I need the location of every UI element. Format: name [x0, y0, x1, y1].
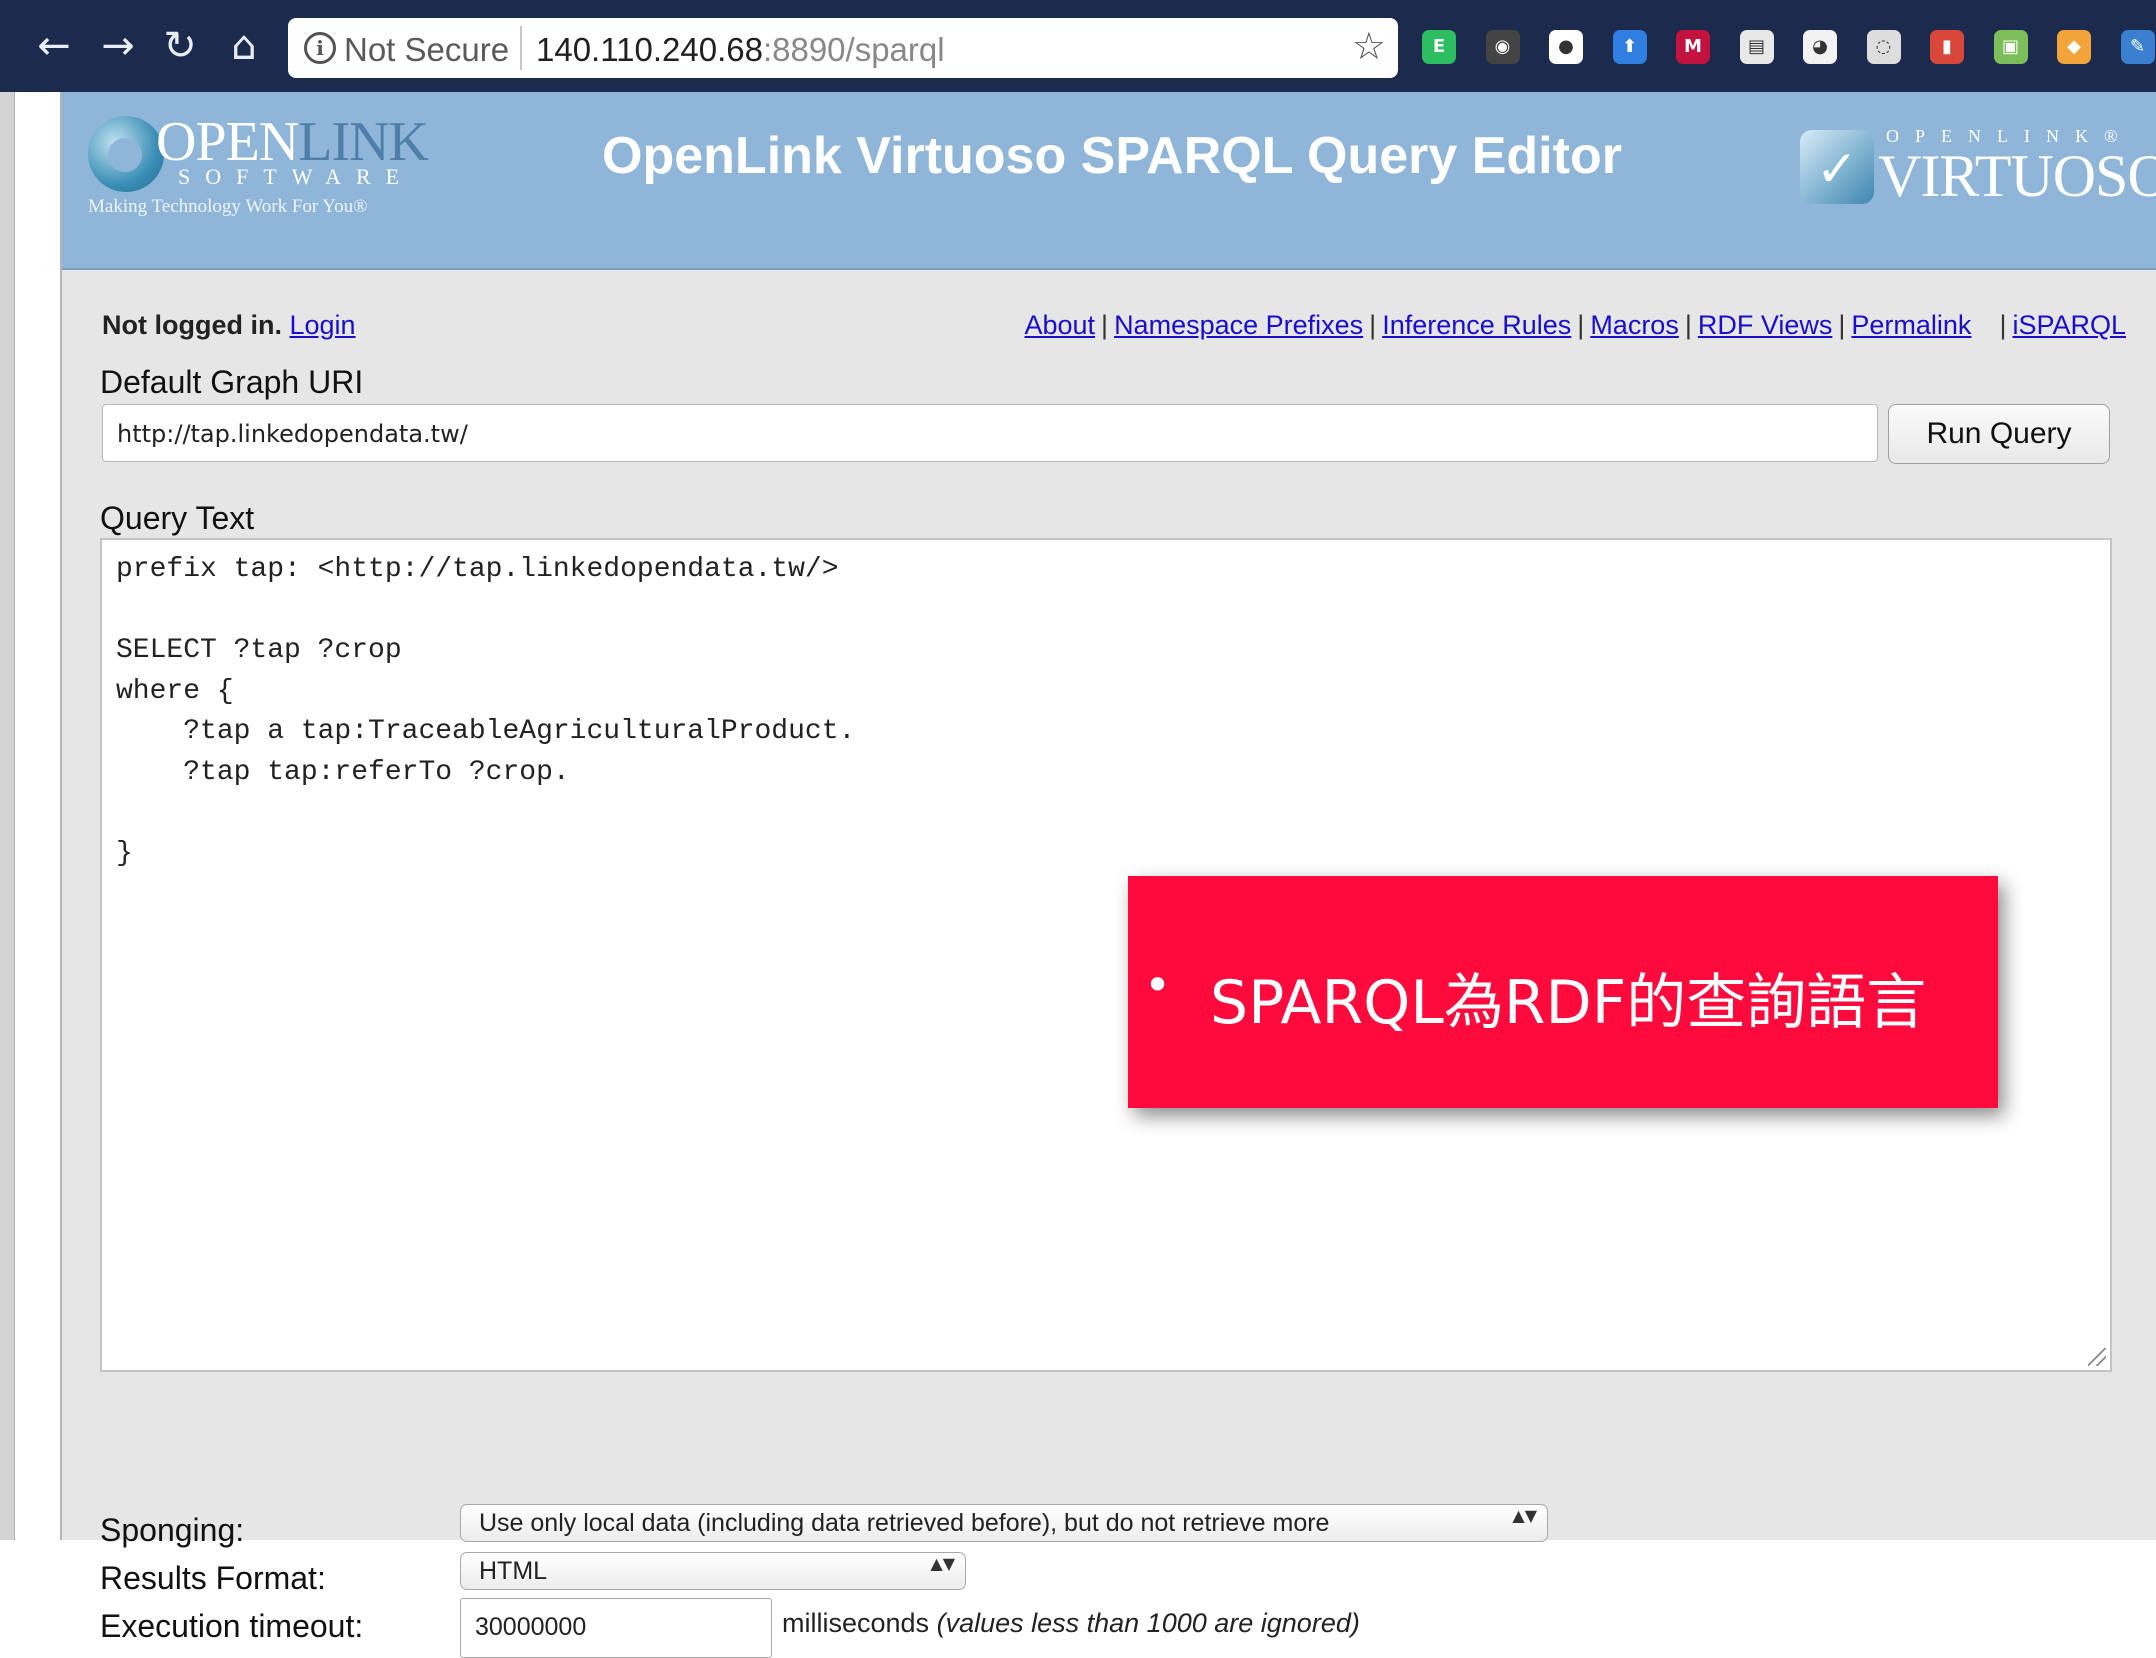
results-format-label: Results Format:: [100, 1560, 326, 1596]
permalink-link[interactable]: Permalink: [1851, 310, 1971, 340]
link-separator: |: [1684, 310, 1692, 340]
address-bar[interactable]: i Not Secure 140.110.240.68:8890/sparql …: [288, 18, 1398, 78]
reload-icon[interactable]: ↻: [154, 20, 206, 72]
login-status: Not logged in. Login: [102, 310, 356, 341]
link-separator: |: [1577, 310, 1585, 340]
back-icon[interactable]: ←: [28, 20, 80, 72]
evernote-icon[interactable]: E: [1422, 30, 1456, 64]
resize-handle[interactable]: [2088, 1348, 2106, 1366]
document-icon[interactable]: ▤: [1739, 30, 1774, 64]
mendeley-icon[interactable]: M: [1676, 30, 1710, 64]
sponging-select[interactable]: Use only local data (including data retr…: [460, 1504, 1548, 1542]
forward-icon[interactable]: →: [92, 20, 144, 72]
info-icon[interactable]: i: [304, 32, 336, 64]
openlink-logo: OPENLINK SOFTWARE Making Technology Work…: [88, 110, 429, 240]
page-header: OPENLINK SOFTWARE Making Technology Work…: [62, 92, 2156, 270]
browser-toolbar: ← → ↻ ⌂ i Not Secure 140.110.240.68:8890…: [0, 0, 2156, 92]
bookmark-star-icon[interactable]: ☆: [1352, 24, 1386, 68]
link-separator: |: [1101, 310, 1109, 340]
results-format-select[interactable]: HTML ▲▼: [460, 1552, 966, 1590]
default-graph-label: Default Graph URI: [100, 364, 364, 400]
virtuoso-badge: ✓: [1800, 130, 1874, 204]
namespace-prefixes-link[interactable]: Namespace Prefixes: [1114, 310, 1363, 340]
sponging-value: Use only local data (including data retr…: [479, 1509, 1330, 1537]
package-icon[interactable]: ◆: [2057, 30, 2091, 64]
macros-link[interactable]: Macros: [1590, 310, 1679, 340]
query-code: prefix tap: <http://tap.linkedopendata.t…: [116, 554, 856, 869]
link-separator: |: [1369, 310, 1377, 340]
execution-timeout-input[interactable]: 30000000: [460, 1598, 772, 1658]
panda-icon[interactable]: ◕: [1803, 30, 1837, 64]
circle-extension-icon[interactable]: ●: [1549, 30, 1583, 64]
results-format-value: HTML: [479, 1557, 548, 1585]
login-link[interactable]: Login: [290, 310, 356, 340]
timeout-hint: (values less than 1000 are ignored): [936, 1608, 1360, 1638]
execution-timeout-label: Execution timeout:: [100, 1608, 364, 1644]
query-text-label: Query Text: [100, 500, 255, 536]
default-graph-uri-input[interactable]: http://tap.linkedopendata.tw/: [102, 404, 1878, 462]
select-arrows-icon: ▲▼: [1512, 1506, 1537, 1525]
url-path: :8890/sparql: [762, 31, 945, 68]
top-nav-links: About | Namespace Prefixes | Inference Rules…: [1024, 310, 2126, 341]
virtuoso-logo: ✓ OPENLINK® VIRTUOSO: [1800, 122, 2156, 222]
url-text[interactable]: 140.110.240.68:8890/sparql: [536, 31, 945, 69]
color-wheel-icon[interactable]: ◉: [1485, 30, 1520, 64]
callout-bullet: •: [1144, 958, 1172, 1012]
login-status-text: Not logged in.: [102, 310, 282, 340]
checkmark-icon: ✓: [1816, 140, 1858, 198]
link-separator: |: [1999, 310, 2007, 340]
url-host: 140.110.240.68: [536, 31, 763, 68]
page-title: OpenLink Virtuoso SPARQL Query Editor: [602, 127, 1622, 185]
presentation-icon[interactable]: ▣: [1993, 30, 2028, 64]
inference-rules-link[interactable]: Inference Rules: [1382, 310, 1571, 340]
annotation-callout: • SPARQL為RDF的查詢語言: [1128, 876, 1998, 1108]
callout-text: SPARQL為RDF的查詢語言: [1210, 968, 1927, 1038]
isparql-link[interactable]: iSPARQL: [2012, 310, 2126, 340]
lightbulb-icon[interactable]: ◌: [1866, 30, 1901, 64]
pdf-icon[interactable]: ▮: [1930, 30, 1964, 64]
logo-software-text: SOFTWARE: [178, 164, 415, 189]
security-label[interactable]: Not Secure: [344, 31, 509, 69]
timeout-note: milliseconds (values less than 1000 are …: [782, 1608, 1360, 1639]
about-link[interactable]: About: [1024, 310, 1095, 340]
home-icon[interactable]: ⌂: [218, 20, 270, 72]
timeout-unit: milliseconds: [782, 1608, 930, 1638]
openlink-logo-mark: [88, 116, 164, 192]
rdf-views-link[interactable]: RDF Views: [1698, 310, 1833, 340]
arrow-up-extension-icon[interactable]: ⬆: [1612, 30, 1647, 64]
logo-tagline: Making Technology Work For You®: [88, 196, 368, 217]
link-separator: |: [1838, 310, 1846, 340]
run-query-button[interactable]: Run Query: [1888, 404, 2110, 464]
sponging-label: Sponging:: [100, 1512, 245, 1548]
page-content: OPENLINK SOFTWARE Making Technology Work…: [60, 92, 2156, 1658]
virtuoso-wordmark: VIRTUOSO: [1878, 143, 2156, 209]
window-edge: [0, 92, 15, 1540]
select-arrows-icon: ▲▼: [930, 1554, 955, 1573]
edit-extension-icon[interactable]: ✎: [2120, 30, 2155, 64]
address-separator: [520, 26, 522, 70]
